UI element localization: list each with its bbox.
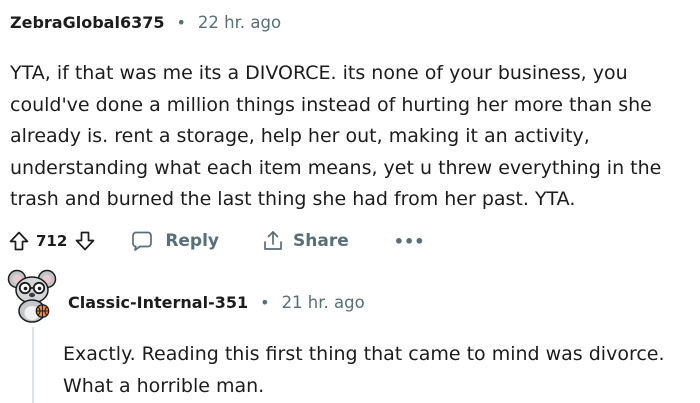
reply-author[interactable]: Classic-Internal-351 [68,293,248,312]
more-options-icon: ••• [393,231,425,251]
downvote-arrow-icon[interactable] [74,230,96,252]
thread-line[interactable] [32,327,34,403]
header-separator: • [176,12,186,32]
upvote-arrow-icon[interactable] [8,230,30,252]
share-icon [261,229,285,253]
comment-header: ZebraGlobal6375 • 22 hr. ago [10,10,281,34]
reply-label: Reply [165,231,220,251]
share-button[interactable]: Share [261,229,349,253]
reply-header-separator: • [260,292,270,312]
comment-timestamp[interactable]: 22 hr. ago [198,13,281,32]
speech-bubble-icon [130,229,154,253]
share-label: Share [293,231,349,251]
comment-action-bar: 712 Reply Share ••• [8,226,424,256]
koala-avatar-icon[interactable] [4,266,60,324]
vote-count: 712 [36,232,68,250]
reply-timestamp[interactable]: 21 hr. ago [282,293,365,312]
comment-author[interactable]: ZebraGlobal6375 [10,13,164,32]
comment-body: YTA, if that was me its a DIVORCE. its n… [10,62,662,211]
more-options-button[interactable]: ••• [394,232,425,251]
reply-header: Classic-Internal-351 • 21 hr. ago [68,290,365,314]
reply-body: Exactly. Reading this first thing that c… [63,343,665,397]
reply-button[interactable]: Reply [130,229,219,253]
